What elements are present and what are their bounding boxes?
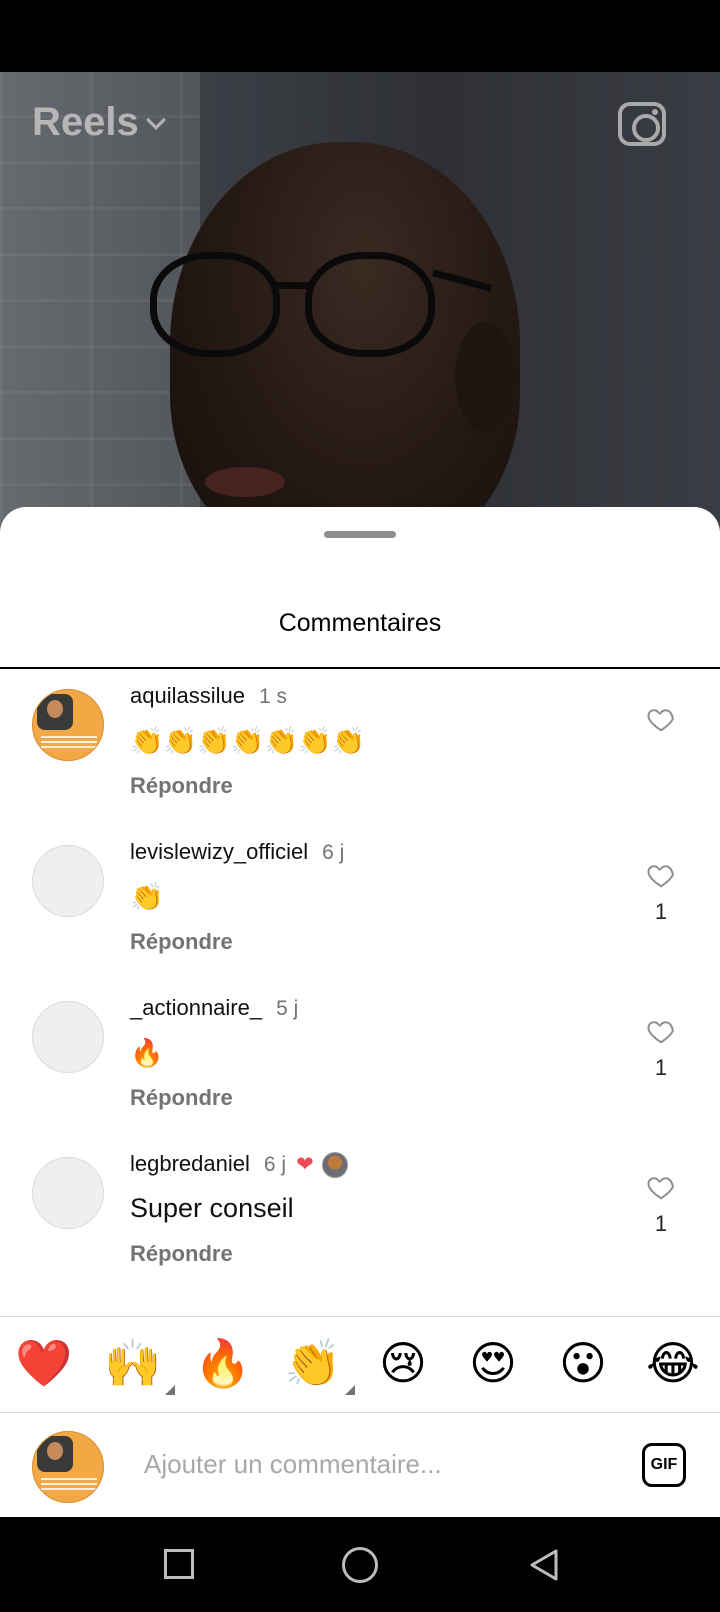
comment-username[interactable]: levislewizy_officiel bbox=[130, 839, 308, 864]
emoji-heart-eyes[interactable]: 😍 bbox=[463, 1335, 523, 1391]
home-icon[interactable] bbox=[342, 1547, 378, 1583]
comment-time: 1 s bbox=[258, 685, 287, 708]
avatar[interactable] bbox=[32, 1001, 104, 1073]
comment-username[interactable]: _actionnaire_ bbox=[130, 995, 262, 1020]
comment-text: 🔥 bbox=[130, 1038, 164, 1068]
comment-item: aquilassilue 1 s 👏👏👏👏👏👏👏 Répondre bbox=[0, 669, 720, 819]
comment-time: 5 j bbox=[276, 997, 299, 1020]
person-mouth bbox=[205, 467, 285, 497]
emoji-laughing[interactable]: 😂 bbox=[643, 1335, 703, 1391]
comment-text: 👏👏👏👏👏👏👏 bbox=[130, 726, 366, 756]
comment-item: _actionnaire_ 5 j 🔥 Répondre 1 bbox=[0, 981, 720, 1131]
heart-icon[interactable] bbox=[646, 1172, 676, 1202]
avatar[interactable] bbox=[32, 845, 104, 917]
reels-title: Reels bbox=[32, 100, 139, 144]
reply-button[interactable]: Répondre bbox=[130, 1241, 233, 1267]
comment-item: legbredaniel 6 j ❤ Super conseil Répondre … bbox=[0, 1137, 720, 1287]
glasses bbox=[150, 252, 492, 372]
back-icon[interactable] bbox=[526, 1547, 562, 1583]
sheet-title: Commentaires bbox=[278, 609, 442, 637]
gif-button[interactable]: GIF bbox=[642, 1443, 686, 1487]
emoji-crying[interactable]: 😢 bbox=[373, 1335, 433, 1391]
emoji-clapping-glyph: 👏 bbox=[284, 1337, 342, 1389]
like-count: 1 bbox=[654, 1055, 668, 1080]
quick-emoji-bar: ❤️ 🙌 🔥 👏 😢 😍 😮 😂 bbox=[0, 1316, 720, 1412]
system-nav-bar bbox=[0, 1517, 720, 1612]
comment-username[interactable]: aquilassilue bbox=[130, 683, 245, 708]
creator-avatar bbox=[321, 1152, 348, 1179]
heart-icon[interactable] bbox=[646, 860, 676, 890]
emoji-raising-hands-glyph: 🙌 bbox=[104, 1337, 162, 1389]
camera-icon[interactable] bbox=[618, 102, 666, 146]
chevron-down-icon bbox=[145, 109, 166, 130]
emoji-fire[interactable]: 🔥 bbox=[193, 1335, 253, 1391]
skin-tone-indicator-icon bbox=[345, 1385, 355, 1395]
comment-input[interactable]: Ajouter un commentaire... bbox=[144, 1449, 442, 1480]
recents-icon[interactable] bbox=[164, 1549, 194, 1579]
avatar[interactable] bbox=[32, 689, 104, 761]
comment-item: levislewizy_officiel 6 j 👏 Répondre 1 bbox=[0, 825, 720, 975]
heart-icon[interactable] bbox=[646, 1016, 676, 1046]
reply-button[interactable]: Répondre bbox=[130, 773, 233, 799]
comment-username[interactable]: legbredaniel bbox=[130, 1151, 250, 1176]
emoji-raising-hands[interactable]: 🙌 bbox=[103, 1335, 175, 1395]
skin-tone-indicator-icon bbox=[165, 1385, 175, 1395]
emoji-heart[interactable]: ❤️ bbox=[14, 1335, 74, 1391]
my-avatar bbox=[32, 1431, 104, 1503]
status-bar bbox=[0, 0, 720, 72]
emoji-clapping[interactable]: 👏 bbox=[283, 1335, 355, 1395]
like-count: 1 bbox=[654, 899, 668, 924]
comment-composer: Ajouter un commentaire... GIF bbox=[0, 1412, 720, 1517]
comment-text: 👏 bbox=[130, 882, 164, 912]
comment-time: 6 j bbox=[263, 1153, 287, 1176]
creator-liked-heart-icon: ❤ bbox=[296, 1153, 314, 1176]
heart-icon[interactable] bbox=[646, 704, 676, 734]
avatar[interactable] bbox=[32, 1157, 104, 1229]
reels-title-dropdown[interactable]: Reels bbox=[32, 100, 166, 145]
comment-time: 6 j bbox=[322, 841, 345, 864]
reply-button[interactable]: Répondre bbox=[130, 929, 233, 955]
comment-text: Super conseil bbox=[130, 1193, 294, 1223]
sheet-drag-handle[interactable] bbox=[324, 531, 396, 538]
emoji-surprised[interactable]: 😮 bbox=[553, 1335, 613, 1391]
reply-button[interactable]: Répondre bbox=[130, 1085, 233, 1111]
like-count: 1 bbox=[654, 1211, 668, 1236]
